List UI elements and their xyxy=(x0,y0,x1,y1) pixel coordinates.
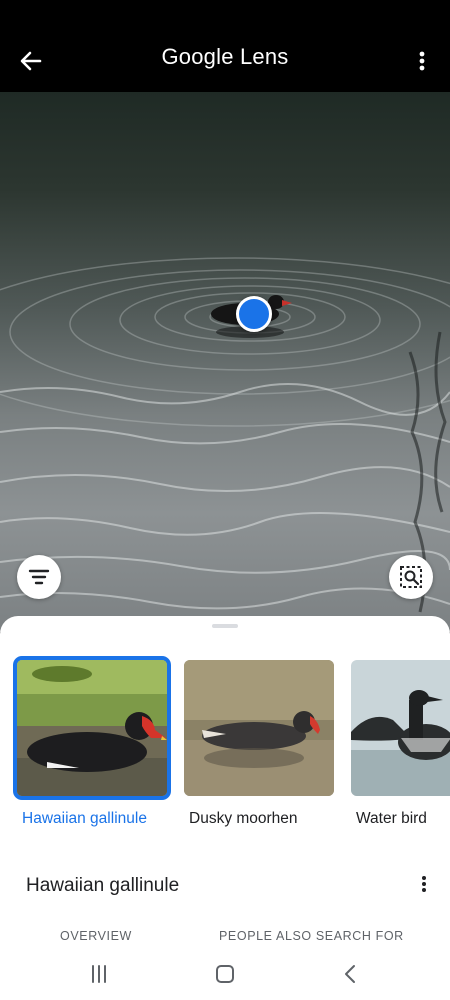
card-label-hawaiian-gallinule[interactable]: Hawaiian gallinule xyxy=(22,810,147,828)
tab-overview[interactable]: OVERVIEW xyxy=(60,929,132,943)
card-label-water-bird[interactable]: Water bird xyxy=(356,810,427,828)
tab-people-also-search-for[interactable]: PEOPLE ALSO SEARCH FOR xyxy=(219,929,404,943)
recent-apps-icon xyxy=(92,965,106,983)
water-ripples xyxy=(0,257,450,613)
selection-dot[interactable] xyxy=(236,296,272,332)
app-bar: Google Lens xyxy=(0,0,450,92)
title-google: Google xyxy=(161,44,234,69)
filter-button[interactable] xyxy=(17,555,61,599)
water-bird-thumbnail xyxy=(351,660,450,796)
home-button[interactable] xyxy=(211,962,239,986)
result-card-dusky-moorhen[interactable] xyxy=(184,660,334,796)
result-more-button[interactable] xyxy=(416,874,432,894)
result-card-hawaiian-gallinule[interactable] xyxy=(13,656,171,800)
more-options-button[interactable] xyxy=(412,48,432,74)
captured-photo[interactable] xyxy=(0,92,450,632)
back-icon xyxy=(345,965,355,983)
result-title: Hawaiian gallinule xyxy=(26,875,180,896)
title-lens: Lens xyxy=(239,44,289,69)
page-title: Google Lens xyxy=(0,44,450,70)
result-card-water-bird[interactable] xyxy=(351,660,450,796)
lens-search-button[interactable] xyxy=(389,555,433,599)
filter-list-icon xyxy=(28,569,50,585)
system-nav-bar xyxy=(0,948,450,1000)
sheet-drag-handle[interactable] xyxy=(212,624,238,628)
more-vert-icon xyxy=(419,51,425,71)
system-back-button[interactable] xyxy=(337,962,365,986)
dusky-moorhen-thumbnail xyxy=(184,660,334,796)
image-search-icon xyxy=(400,566,422,588)
more-vert-icon xyxy=(422,876,426,892)
results-sheet[interactable]: Hawaiian gallinule Dusky moorhen Water b… xyxy=(0,616,450,1000)
hawaiian-gallinule-thumbnail xyxy=(17,660,167,796)
home-icon xyxy=(216,965,234,983)
recent-apps-button[interactable] xyxy=(85,962,113,986)
card-label-dusky-moorhen[interactable]: Dusky moorhen xyxy=(189,810,298,828)
